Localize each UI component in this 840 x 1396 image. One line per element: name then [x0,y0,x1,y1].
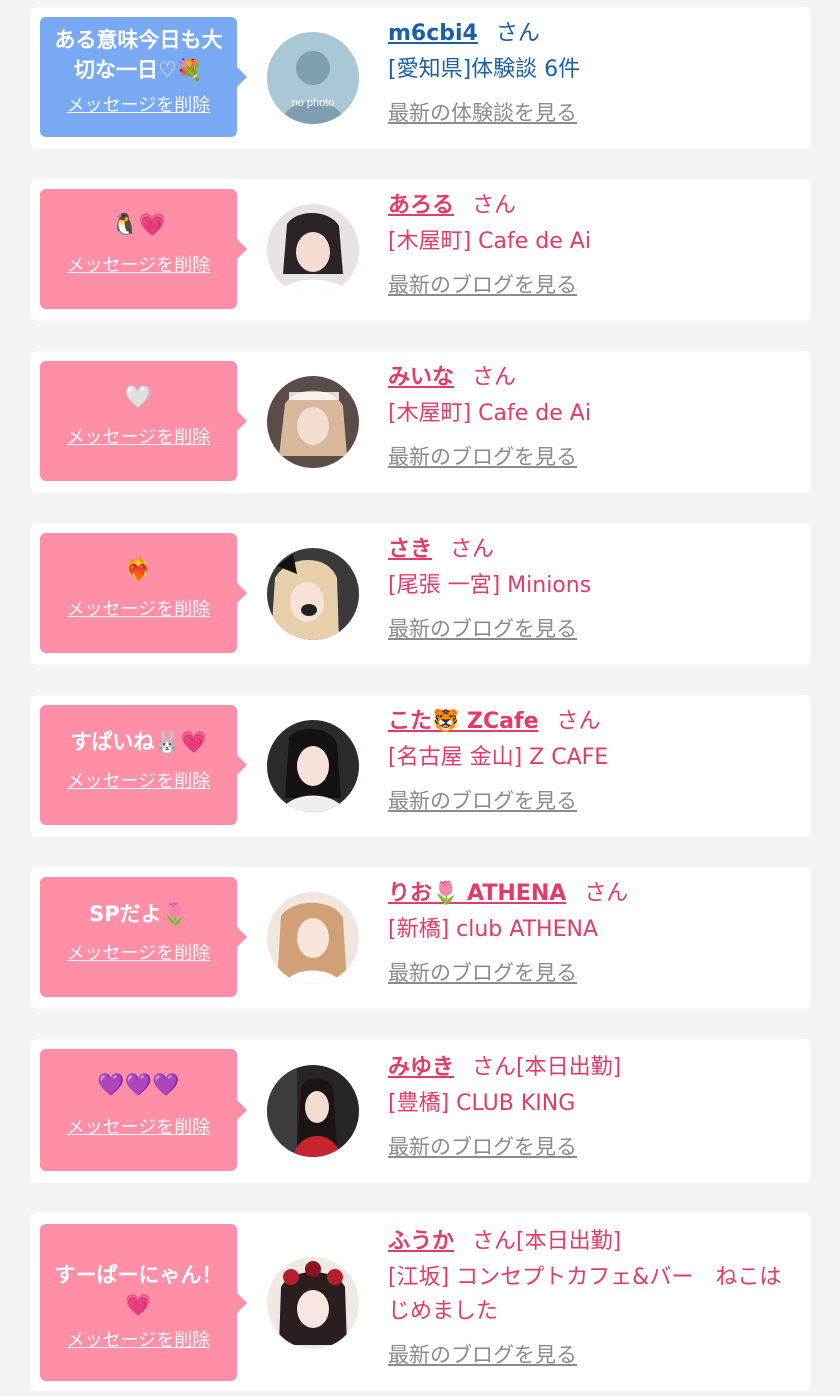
store-info: [愛知県]体験談 6件 [388,57,581,82]
message-bubble: SPだよ🌷 メッセージを削除 [40,877,247,997]
user-info: りお🌷 ATHENA さん [新橋] club ATHENA 最新のブログを見る [388,879,791,987]
message-text: すぱいね🐰💗 [70,730,207,754]
message-card: 💜💜💜 メッセージを削除 みゆき さん[本日出勤] [豊橋] CLUB KING … [30,1039,811,1183]
message-text: ❤️‍🔥 [124,557,153,582]
attendance-status: [本日出勤] [516,1055,622,1080]
delete-message-link[interactable]: メッセージを削除 [46,767,231,793]
user-name-link[interactable]: りお🌷 ATHENA [388,881,566,906]
delete-message-link[interactable]: メッセージを削除 [46,595,231,621]
honorific: さん [584,881,629,906]
user-name-link[interactable]: あろる [388,193,454,218]
user-info: あろる さん [木屋町] Cafe de Ai 最新のブログを見る [388,191,791,299]
delete-message-link[interactable]: メッセージを削除 [46,91,231,117]
profile-photo-icon [267,376,359,468]
honorific: さん [495,21,540,46]
latest-blog-link[interactable]: 最新のブログを見る [388,1339,577,1369]
honorific: さん [450,537,495,562]
delete-message-link[interactable]: メッセージを削除 [46,423,231,449]
message-card: 🐧💗 メッセージを削除 あろる さん [木屋町] Cafe de Ai 最新のブロ… [30,179,811,321]
store-info: [豊橋] CLUB KING [388,1091,576,1116]
message-bubble: 💜💜💜 メッセージを削除 [40,1049,247,1171]
latest-blog-link[interactable]: 最新のブログを見る [388,957,577,987]
message-card: すぱいね🐰💗 メッセージを削除 こた🐯 ZCafe さん [名古屋 金山] Z C… [30,695,811,837]
message-text: すーぱーにゃん！💗 [54,1263,223,1317]
user-info: みゆき さん[本日出勤] [豊橋] CLUB KING 最新のブログを見る [388,1053,791,1161]
message-bubble: すぱいね🐰💗 メッセージを削除 [40,705,247,825]
attendance-status: [本日出勤] [516,1229,622,1254]
delete-message-link[interactable]: メッセージを削除 [46,939,231,965]
message-bubble: ❤️‍🔥 メッセージを削除 [40,533,247,653]
no-photo-avatar-icon: no photo [267,32,359,124]
message-bubble: 🤍 メッセージを削除 [40,361,247,481]
message-bubble: すーぱーにゃん！💗 メッセージを削除 [40,1224,247,1381]
user-name-link[interactable]: みいな [388,365,454,390]
message-bubble: ある意味今日も大切な一日♡💐 メッセージを削除 [40,17,247,137]
store-info: [尾張 一宮] Minions [388,573,592,598]
latest-report-link[interactable]: 最新の体験談を見る [388,97,577,127]
delete-message-link[interactable]: メッセージを削除 [46,251,231,277]
store-info: [木屋町] Cafe de Ai [388,401,591,426]
avatar[interactable] [267,1257,359,1349]
message-text: 💜💜💜 [97,1073,180,1098]
user-name-link[interactable]: こた🐯 ZCafe [388,709,539,734]
avatar[interactable] [267,892,359,984]
delete-message-link[interactable]: メッセージを削除 [46,1113,231,1139]
avatar[interactable] [267,376,359,468]
store-info: [江坂] コンセプトカフェ&バー ねこはじめました [388,1265,782,1324]
user-info: ふうか さん[本日出勤] [江坂] コンセプトカフェ&バー ねこはじめました 最新… [388,1227,791,1369]
message-text: 🤍 [124,385,153,410]
user-info: みいな さん [木屋町] Cafe de Ai 最新のブログを見る [388,363,791,471]
profile-photo-icon [267,1257,359,1349]
message-card: すーぱーにゃん！💗 メッセージを削除 ふうか さん[本日出勤] [江坂] コンセプ… [30,1213,811,1391]
honorific: さん [472,1229,517,1254]
user-info: こた🐯 ZCafe さん [名古屋 金山] Z CAFE 最新のブログを見る [388,707,791,815]
delete-message-link[interactable]: メッセージを削除 [46,1326,231,1352]
message-text: SPだよ🌷 [89,902,188,926]
avatar[interactable] [267,204,359,296]
user-info: m6cbi4 さん [愛知県]体験談 6件 最新の体験談を見る [388,19,791,127]
honorific: さん [472,365,517,390]
avatar[interactable] [267,1065,359,1157]
store-info: [名古屋 金山] Z CAFE [388,745,609,770]
user-name-link[interactable]: m6cbi4 [388,21,478,46]
avatar-caption: no photo [292,97,335,109]
message-bubble: 🐧💗 メッセージを削除 [40,189,247,309]
user-info: さき さん [尾張 一宮] Minions 最新のブログを見る [388,535,791,643]
latest-blog-link[interactable]: 最新のブログを見る [388,613,577,643]
user-name-link[interactable]: さき [388,537,432,562]
profile-photo-icon [267,1065,359,1157]
profile-photo-icon [267,720,359,812]
latest-blog-link[interactable]: 最新のブログを見る [388,785,577,815]
message-card: ❤️‍🔥 メッセージを削除 さき さん [尾張 一宮] Minions 最新のブロ… [30,523,811,665]
message-card: SPだよ🌷 メッセージを削除 りお🌷 ATHENA さん [新橋] club AT… [30,867,811,1009]
profile-photo-icon [267,548,359,640]
message-text: 🐧💗 [111,213,166,238]
store-info: [木屋町] Cafe de Ai [388,229,591,254]
user-name-link[interactable]: ふうか [388,1229,454,1254]
honorific: さん [472,193,517,218]
message-card: 🤍 メッセージを削除 みいな さん [木屋町] Cafe de Ai 最新のブログ… [30,351,811,493]
latest-blog-link[interactable]: 最新のブログを見る [388,269,577,299]
honorific: さん [472,1055,517,1080]
avatar[interactable]: no photo [267,32,359,124]
store-info: [新橋] club ATHENA [388,917,598,942]
profile-photo-icon [267,892,359,984]
message-list: ある意味今日も大切な一日♡💐 メッセージを削除 no photo m6cbi4 さ… [0,0,840,1396]
message-text: ある意味今日も大切な一日♡💐 [54,28,223,82]
latest-blog-link[interactable]: 最新のブログを見る [388,1131,577,1161]
latest-blog-link[interactable]: 最新のブログを見る [388,441,577,471]
honorific: さん [556,709,601,734]
profile-photo-icon [267,204,359,296]
avatar[interactable] [267,720,359,812]
message-card: ある意味今日も大切な一日♡💐 メッセージを削除 no photo m6cbi4 さ… [30,7,811,149]
avatar[interactable] [267,548,359,640]
user-name-link[interactable]: みゆき [388,1055,454,1080]
